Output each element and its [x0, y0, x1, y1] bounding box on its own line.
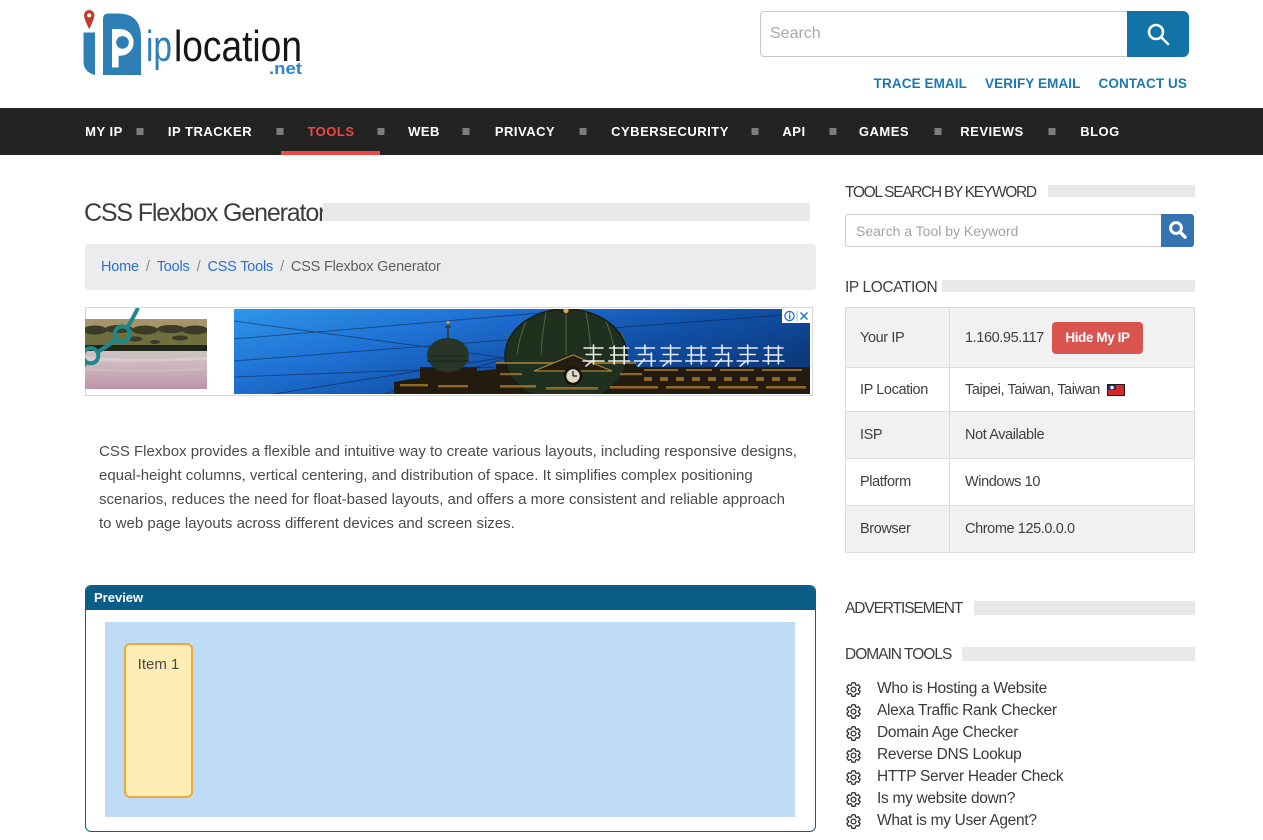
svg-text:ip: ip	[146, 22, 172, 71]
svg-text:.net: .net	[269, 59, 302, 77]
